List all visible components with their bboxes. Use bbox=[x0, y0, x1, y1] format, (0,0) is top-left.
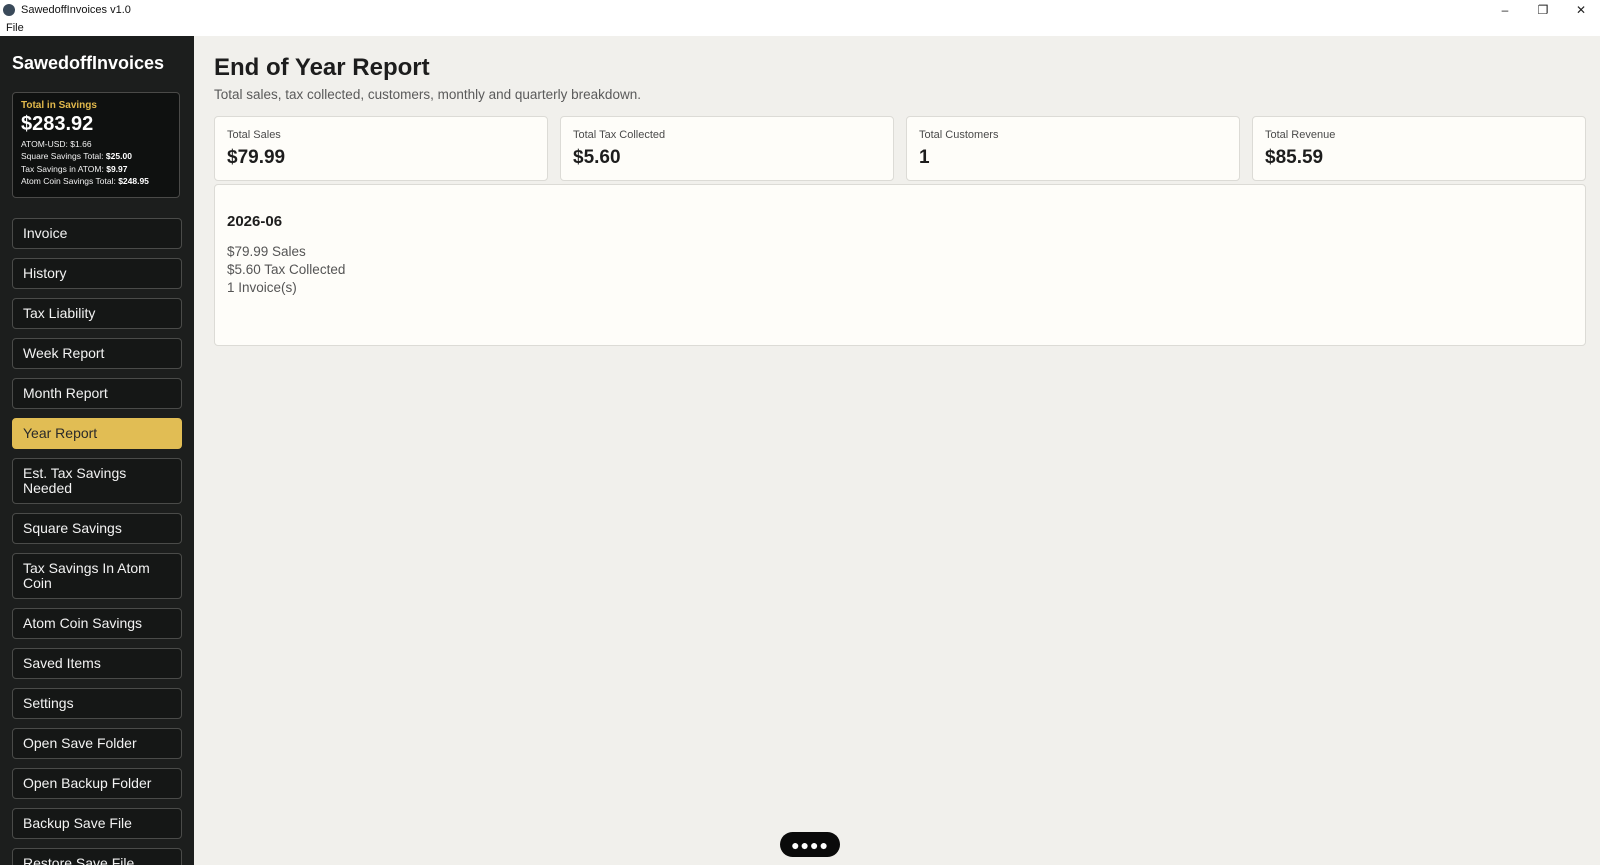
square-savings-total: Square Savings Total: $25.00 bbox=[21, 151, 171, 161]
tax-savings-atom: Tax Savings in ATOM: $9.97 bbox=[21, 164, 171, 174]
atom-usd-price: ATOM-USD: $1.66 bbox=[21, 138, 92, 149]
month-period: 2026-06 bbox=[227, 213, 283, 230]
stat-value: $79.99 bbox=[227, 147, 286, 168]
stat-label: Total Sales bbox=[227, 129, 281, 141]
window-controls: – ❐ ✕ bbox=[1486, 0, 1600, 19]
nav-tax-savings-atom-coin[interactable]: Tax Savings In Atom Coin bbox=[12, 553, 182, 599]
minimize-icon[interactable]: – bbox=[1486, 0, 1524, 19]
nav-history[interactable]: History bbox=[12, 258, 182, 289]
nav-month-report[interactable]: Month Report bbox=[12, 378, 182, 409]
nav-atom-coin-savings[interactable]: Atom Coin Savings bbox=[12, 608, 182, 639]
stat-value: 1 bbox=[919, 147, 930, 168]
stat-label: Total Customers bbox=[919, 129, 999, 141]
page-subtitle: Total sales, tax collected, customers, m… bbox=[214, 87, 641, 102]
nav-tax-liability[interactable]: Tax Liability bbox=[12, 298, 182, 329]
nav-invoice[interactable]: Invoice bbox=[12, 218, 182, 249]
page-title: End of Year Report bbox=[214, 54, 430, 81]
restore-icon[interactable]: ❐ bbox=[1524, 0, 1562, 19]
menu-file[interactable]: File bbox=[0, 22, 24, 34]
window-title: SawedoffInvoices v1.0 bbox=[21, 3, 131, 16]
month-tax-collected: $5.60 Tax Collected bbox=[227, 262, 346, 277]
stat-value: $85.59 bbox=[1265, 147, 1324, 168]
nav-saved-items[interactable]: Saved Items bbox=[12, 648, 182, 679]
app-icon bbox=[3, 3, 15, 16]
nav-open-backup-folder[interactable]: Open Backup Folder bbox=[12, 768, 182, 799]
main-content: End of Year Report Total sales, tax coll… bbox=[194, 36, 1600, 865]
stat-card-total-sales: Total Sales $79.99 bbox=[214, 116, 548, 181]
title-bar: SawedoffInvoices v1.0 – ❐ ✕ bbox=[0, 0, 1600, 19]
nav-est-tax-savings-needed[interactable]: Est. Tax Savings Needed bbox=[12, 458, 182, 504]
nav-backup-save-file[interactable]: Backup Save File bbox=[12, 808, 182, 839]
stat-label: Total Revenue bbox=[1265, 129, 1336, 141]
month-sales: $79.99 Sales bbox=[227, 244, 306, 259]
tax-savings-atom-label: Tax Savings in ATOM: bbox=[21, 163, 104, 174]
atom-coin-savings-value: $248.95 bbox=[118, 176, 149, 186]
close-icon[interactable]: ✕ bbox=[1562, 0, 1600, 19]
stat-value: $5.60 bbox=[573, 147, 621, 168]
stat-label: Total Tax Collected bbox=[573, 129, 666, 141]
drag-handle-icon[interactable]: ●●●● bbox=[780, 832, 840, 857]
square-savings-value: $25.00 bbox=[105, 151, 132, 161]
stat-card-total-tax-collected: Total Tax Collected $5.60 bbox=[560, 116, 894, 181]
atom-coin-savings-total: Atom Coin Savings Total: $248.95 bbox=[21, 176, 171, 186]
brand-title: SawedoffInvoices bbox=[12, 53, 165, 73]
month-invoice-count: 1 Invoice(s) bbox=[227, 280, 297, 295]
sidebar: SawedoffInvoices Total in Savings $283.9… bbox=[0, 36, 194, 865]
stat-card-total-customers: Total Customers 1 bbox=[906, 116, 1240, 181]
nav-open-save-folder[interactable]: Open Save Folder bbox=[12, 728, 182, 759]
tax-savings-atom-value: $9.97 bbox=[106, 163, 128, 174]
atom-coin-savings-label: Atom Coin Savings Total: bbox=[21, 176, 116, 186]
nav-year-report[interactable]: Year Report bbox=[12, 418, 182, 449]
nav-settings[interactable]: Settings bbox=[12, 688, 182, 719]
savings-summary-card: Total in Savings $283.92 ATOM-USD: $1.66… bbox=[12, 92, 180, 198]
nav-week-report[interactable]: Week Report bbox=[12, 338, 182, 369]
savings-amount: $283.92 bbox=[21, 113, 94, 135]
menu-bar: File bbox=[0, 19, 1600, 36]
savings-title: Total in Savings bbox=[21, 100, 97, 111]
stat-card-total-revenue: Total Revenue $85.59 bbox=[1252, 116, 1586, 181]
nav-restore-save-file[interactable]: Restore Save File bbox=[12, 848, 182, 865]
month-breakdown-card: 2026-06 $79.99 Sales $5.60 Tax Collected… bbox=[214, 184, 1586, 346]
square-savings-label: Square Savings Total: bbox=[21, 151, 104, 161]
nav-square-savings[interactable]: Square Savings bbox=[12, 513, 182, 544]
